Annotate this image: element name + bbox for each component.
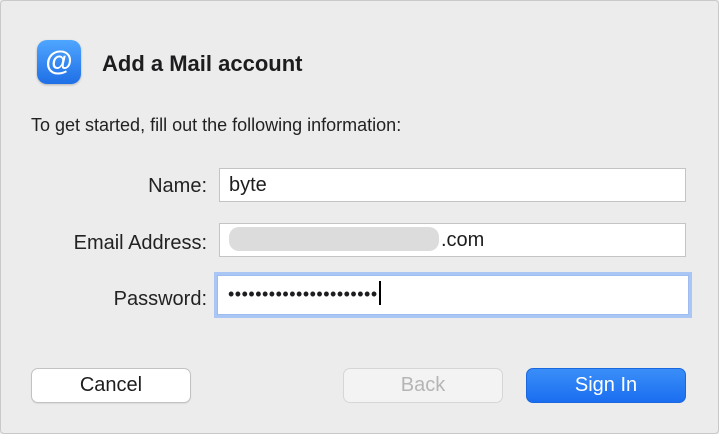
- add-mail-account-dialog: @ Add a Mail account To get started, fil…: [0, 0, 719, 434]
- cancel-button[interactable]: Cancel: [31, 368, 191, 403]
- sign-in-button[interactable]: Sign In: [526, 368, 686, 403]
- redacted-email-block: [229, 227, 439, 252]
- at-sign-glyph: @: [45, 45, 73, 76]
- name-field[interactable]: byte: [219, 168, 686, 202]
- password-label: Password:: [113, 288, 207, 310]
- text-caret: [378, 281, 381, 306]
- mail-at-icon: @: [37, 40, 81, 84]
- email-label: Email Address:: [73, 232, 207, 254]
- name-field-value: byte: [229, 174, 267, 196]
- email-field[interactable]: .com: [219, 223, 686, 257]
- back-button[interactable]: Back: [343, 368, 503, 403]
- email-field-suffix: .com: [441, 229, 485, 251]
- password-masked-value: ••••••••••••••••••••••: [228, 284, 378, 304]
- name-label: Name:: [148, 175, 207, 197]
- dialog-title: Add a Mail account: [102, 51, 303, 76]
- password-field[interactable]: ••••••••••••••••••••••: [217, 275, 689, 315]
- intro-text: To get started, fill out the following i…: [31, 115, 402, 135]
